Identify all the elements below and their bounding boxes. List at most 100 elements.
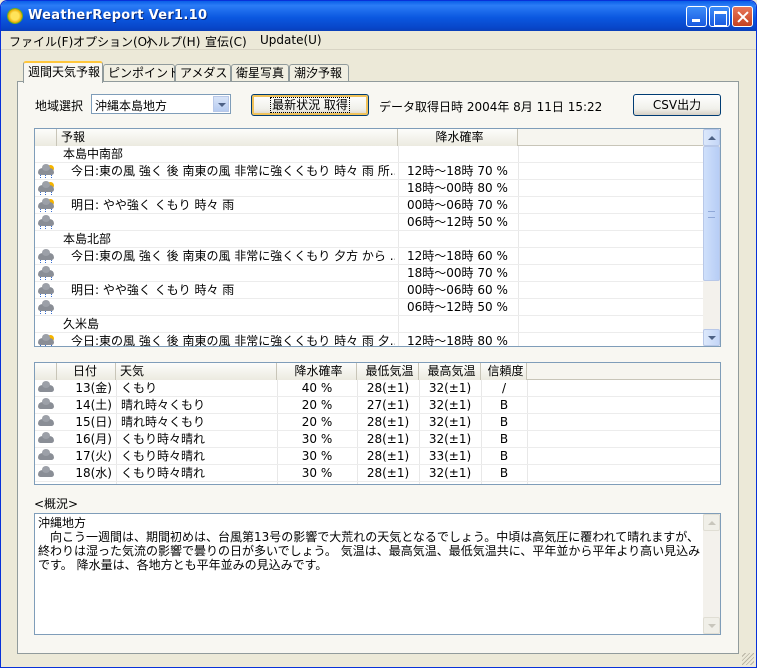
cloud-icon [37, 432, 55, 446]
forecast-detail-row[interactable]: 18時～00時 80 % [35, 180, 703, 197]
tab-weekly-forecast[interactable]: 週間天気予報 [23, 61, 103, 83]
weekly-list[interactable]: 日付 天気 降水確率 最低気温 最高気温 信頼度 13(金) くもり 40 % 28(… [34, 362, 721, 485]
column-header-icon[interactable] [35, 363, 57, 380]
csv-export-button-label: CSV出力 [652, 98, 702, 112]
menu-options[interactable]: オプション(O) [73, 33, 152, 50]
forecast-detail-row[interactable]: 今日:東の風 強く 後 南東の風 非常に強くくもり 時々 雨 夕... 12時～1… [35, 333, 703, 347]
column-header-weather[interactable]: 天気 [116, 363, 277, 380]
forecast-text: 今日:東の風 強く 後 南東の風 非常に強くくもり 夕方 から ... [71, 249, 395, 263]
menu-ads[interactable]: 宣伝(C) [205, 33, 247, 50]
forecast-detail-row[interactable]: 06時～12時 50 % [35, 299, 703, 316]
low-temp-cell: 28(±1) [366, 449, 410, 463]
minimize-button[interactable] [686, 6, 707, 27]
menu-update[interactable]: Update(U) [260, 33, 322, 47]
close-button[interactable] [732, 6, 753, 27]
cloud-rain-icon [37, 215, 55, 229]
weather-cell: くもり [121, 381, 158, 395]
precip-probability: 12時～18時 80 % [407, 334, 508, 347]
forecast-detail-row[interactable]: 今日:東の風 強く 後 南東の風 非常に強くくもり 夕方 から ... 12時～1… [35, 248, 703, 265]
maximize-button[interactable] [709, 6, 730, 27]
forecast-text [71, 180, 395, 197]
weather-app-icon [7, 8, 23, 24]
reliability-cell: B [499, 432, 509, 446]
summary-textarea[interactable]: 沖縄地方 向こう一週間は、期間初めは、台風第13号の影響で大荒れの天気となるでし… [34, 513, 721, 635]
forecast-text: 明日: やや強く くもり 時々 雨 [71, 283, 235, 297]
forecast-detail-row[interactable]: 今日:東の風 強く 後 南東の風 非常に強くくもり 時々 雨 所... 12時～1… [35, 163, 703, 180]
precip-probability: 00時～06時 60 % [407, 283, 508, 297]
forecast-detail-row[interactable]: 06時～12時 50 % [35, 214, 703, 231]
region-label: 地域選択 [35, 99, 84, 113]
low-temp-cell: 28(±1) [366, 466, 410, 480]
column-header-reliability[interactable]: 信頼度 [481, 363, 527, 380]
forecast-detail-row[interactable]: 明日: やや強く くもり 時々 雨 00時～06時 60 % [35, 282, 703, 299]
weekly-row[interactable]: 15(日) 晴れ時々くもり 20 % 28(±1) 32(±1) B [35, 414, 720, 431]
cloud-rain-icon [37, 300, 55, 314]
menu-file[interactable]: ファイル(F) [9, 33, 73, 50]
low-temp-cell: 28(±1) [366, 381, 410, 395]
refresh-button[interactable]: 最新状況 取得 [251, 94, 369, 116]
weekly-row[interactable]: 14(土) 晴れ時々くもり 20 % 27(±1) 32(±1) B [35, 397, 720, 414]
scroll-up-button[interactable] [703, 129, 720, 146]
weekly-row[interactable]: 17(火) くもり時々晴れ 30 % 28(±1) 33(±1) B [35, 448, 720, 465]
title-bar[interactable]: WeatherReport Ver1.10 [1, 1, 756, 31]
forecast-list[interactable]: 予報 降水確率 本島中南部今日:東の風 強く 後 南東の風 非常に強くくもり 時… [34, 128, 721, 347]
column-header-icon[interactable] [35, 129, 57, 146]
forecast-area-row[interactable]: 本島中南部 [35, 146, 703, 163]
cloud-icon [37, 381, 55, 395]
column-header-high-temp[interactable]: 最高気温 [419, 363, 481, 380]
precip-probability: 12時～18時 60 % [407, 249, 508, 263]
forecast-area-row[interactable]: 本島北部 [35, 231, 703, 248]
weekly-row[interactable]: 16(月) くもり時々晴れ 30 % 28(±1) 32(±1) B [35, 431, 720, 448]
forecast-detail-row[interactable]: 18時～00時 70 % [35, 265, 703, 282]
forecast-scrollbar[interactable] [703, 129, 720, 346]
high-temp-cell: 33(±1) [428, 449, 472, 463]
area-name: 本島中南部 [63, 147, 124, 161]
date-cell: 13(金) [75, 381, 112, 395]
summary-text: 沖縄地方 向こう一週間は、期間初めは、台風第13号の影響で大荒れの天気となるでし… [38, 516, 701, 572]
weather-cell: くもり時々晴れ [121, 449, 206, 463]
weekly-row[interactable]: 13(金) くもり 40 % 28(±1) 32(±1) / [35, 380, 720, 397]
summary-scrollbar[interactable] [703, 514, 720, 634]
summary-label: <概況> [34, 497, 79, 511]
menu-help[interactable]: ヘルプ(H) [146, 33, 200, 50]
weather-cell: 晴れ時々くもり [121, 415, 206, 429]
main-window: WeatherReport Ver1.10 ファイル(F) オプション(O) ヘ… [0, 0, 757, 668]
precip-cell: 20 % [301, 398, 333, 412]
scroll-up-button[interactable] [703, 514, 720, 531]
scroll-down-button[interactable] [703, 617, 720, 634]
cloud-rain-icon [37, 266, 55, 280]
chevron-down-icon[interactable] [213, 96, 229, 112]
forecast-text [71, 214, 395, 231]
precip-probability: 12時～18時 70 % [407, 164, 508, 178]
high-temp-cell: 32(±1) [428, 381, 472, 395]
forecast-text: 今日:東の風 強く 後 南東の風 非常に強くくもり 時々 雨 所... [71, 164, 395, 178]
region-select[interactable]: 沖縄本島地方 [91, 94, 231, 114]
date-cell: 15(日) [75, 415, 112, 429]
area-name: 久米島 [63, 317, 100, 331]
resize-grip[interactable] [742, 653, 754, 665]
weekly-list-header: 日付 天気 降水確率 最低気温 最高気温 信頼度 [35, 363, 720, 380]
forecast-detail-row[interactable]: 明日: やや強く くもり 時々 雨 00時～06時 70 % [35, 197, 703, 214]
reliability-cell: B [499, 449, 509, 463]
precip-probability: 18時～00時 80 % [407, 181, 508, 195]
column-header-precip[interactable]: 降水確率 [277, 363, 357, 380]
low-temp-cell: 27(±1) [366, 398, 410, 412]
column-header-forecast[interactable]: 予報 [57, 129, 398, 146]
column-header-precip[interactable]: 降水確率 [398, 129, 518, 146]
scroll-thumb[interactable] [703, 146, 720, 281]
forecast-text: 明日: やや強く くもり 時々 雨 [71, 198, 235, 212]
data-acquired-timestamp: データ取得日時 2004年 8月 11日 15:22 [379, 100, 603, 114]
csv-export-button[interactable]: CSV出力 [633, 94, 721, 116]
weekly-row[interactable]: 18(水) くもり時々晴れ 30 % 28(±1) 32(±1) B [35, 465, 720, 482]
date-cell: 18(水) [75, 466, 112, 480]
cloud-icon [37, 415, 55, 429]
refresh-button-label: 最新状況 取得 [270, 97, 350, 113]
precip-cell: 30 % [301, 466, 333, 480]
precip-cell: 30 % [301, 432, 333, 446]
column-header-low-temp[interactable]: 最低気温 [357, 363, 419, 380]
column-header-date[interactable]: 日付 [57, 363, 116, 380]
scroll-down-button[interactable] [703, 329, 720, 346]
high-temp-cell: 32(±1) [428, 432, 472, 446]
weather-cell: 晴れ時々くもり [121, 398, 206, 412]
forecast-area-row[interactable]: 久米島 [35, 316, 703, 333]
